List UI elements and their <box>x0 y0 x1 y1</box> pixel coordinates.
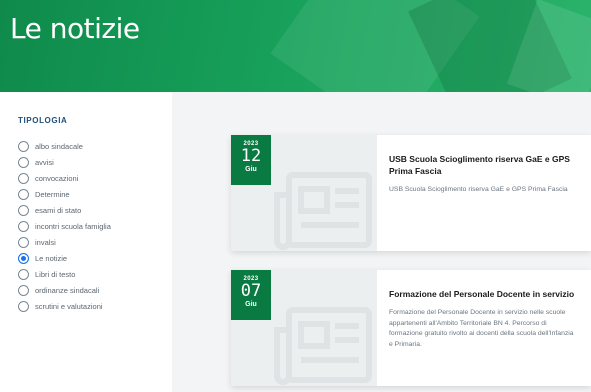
filter-option-ordinanze-sindacali[interactable]: ordinanze sindacali <box>18 282 111 298</box>
filter-option-label: convocazioni <box>35 173 79 183</box>
filter-option-label: esami di stato <box>35 205 82 215</box>
filter-option-invalsi[interactable]: invalsi <box>18 234 111 250</box>
news-description: USB Scuola Scioglimento riserva GaE e GP… <box>389 186 568 193</box>
date-badge: 2023 07 Giu <box>231 270 271 320</box>
radio-button-selected[interactable] <box>18 252 29 264</box>
radio-button[interactable] <box>18 204 29 216</box>
filter-option-le-notizie[interactable]: Le notizie <box>18 250 111 266</box>
radio-button[interactable] <box>18 220 29 232</box>
filter-option-label: albo sindacale <box>35 141 83 151</box>
date-badge: 2023 12 Giu <box>231 135 271 185</box>
filter-list: albo sindacale avvisi convocazioni Deter… <box>18 138 111 314</box>
filter-sidebar: TIPOLOGIA albo sindacale avvisi convocaz… <box>0 92 172 392</box>
radio-button[interactable] <box>18 172 29 184</box>
radio-button[interactable] <box>18 188 29 200</box>
newspaper-icon <box>274 172 372 250</box>
filter-option-incontri-scuola-famiglia[interactable]: incontri scuola famiglia <box>18 218 111 234</box>
date-day: 12 <box>240 146 262 166</box>
filter-option-albo-sindacale[interactable]: albo sindacale <box>18 138 111 154</box>
page-title: Le notizie <box>10 12 140 45</box>
filter-option-label: avvisi <box>35 157 54 167</box>
news-card-body: Formazione del Personale Docente in serv… <box>389 288 579 350</box>
filter-option-label: incontri scuola famiglia <box>35 221 111 231</box>
radio-button[interactable] <box>18 268 29 280</box>
radio-button[interactable] <box>18 140 29 152</box>
filter-option-scrutini-e-valutazioni[interactable]: scrutini e valutazioni <box>18 298 111 314</box>
filter-option-label: Determine <box>35 189 70 199</box>
news-title-link[interactable]: Formazione del Personale Docente in serv… <box>389 288 579 300</box>
news-card[interactable]: 2023 07 Giu Formazione del Personale Doc… <box>231 270 591 386</box>
date-day: 07 <box>240 281 262 301</box>
radio-button[interactable] <box>18 284 29 296</box>
filter-option-label: invalsi <box>35 237 56 247</box>
news-description: Formazione del Personale Docente in serv… <box>389 309 574 348</box>
filter-option-label: scrutini e valutazioni <box>35 301 103 311</box>
filter-option-esami-di-stato[interactable]: esami di stato <box>18 202 111 218</box>
filter-option-avvisi[interactable]: avvisi <box>18 154 111 170</box>
newspaper-icon <box>274 307 372 385</box>
news-list-area: 2023 12 Giu USB Scuola Scioglimento rise… <box>172 92 591 392</box>
filter-section-title: TIPOLOGIA <box>18 116 68 125</box>
radio-button[interactable] <box>18 236 29 248</box>
radio-button[interactable] <box>18 300 29 312</box>
radio-button[interactable] <box>18 156 29 168</box>
date-month: Giu <box>245 166 257 173</box>
filter-option-convocazioni[interactable]: convocazioni <box>18 170 111 186</box>
news-card[interactable]: 2023 12 Giu USB Scuola Scioglimento rise… <box>231 135 591 251</box>
page-header-banner: Le notizie <box>0 0 591 92</box>
filter-option-libri-di-testo[interactable]: Libri di testo <box>18 266 111 282</box>
filter-option-label: Le notizie <box>35 253 68 263</box>
news-card-body: USB Scuola Scioglimento riserva GaE e GP… <box>389 153 579 196</box>
news-thumbnail: 2023 07 Giu <box>231 270 377 386</box>
news-title-link[interactable]: USB Scuola Scioglimento riserva GaE e GP… <box>389 153 579 177</box>
filter-option-determine[interactable]: Determine <box>18 186 111 202</box>
filter-option-label: ordinanze sindacali <box>35 285 100 295</box>
news-thumbnail: 2023 12 Giu <box>231 135 377 251</box>
filter-option-label: Libri di testo <box>35 269 76 279</box>
date-month: Giu <box>245 301 257 308</box>
